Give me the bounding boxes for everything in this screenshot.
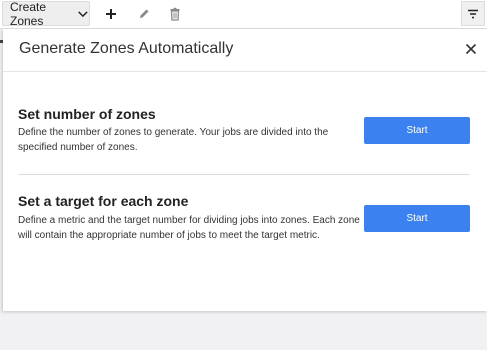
divider — [18, 174, 470, 175]
add-icon[interactable] — [103, 6, 119, 22]
option-target-per-zone-description: Define a metric and the target number fo… — [18, 215, 360, 241]
delete-icon[interactable] — [167, 6, 183, 22]
option-number-of-zones-description: Define the number of zones to generate. … — [18, 127, 329, 153]
dialog-title: Generate Zones Automatically — [19, 40, 234, 57]
dialog-header: Generate Zones Automatically — [3, 29, 487, 72]
start-number-of-zones-button[interactable]: Start — [364, 117, 470, 144]
close-icon[interactable] — [463, 41, 479, 57]
edit-icon[interactable] — [136, 6, 152, 22]
option-number-of-zones-title: Set number of zones — [18, 106, 156, 122]
option-target-per-zone-title: Set a target for each zone — [18, 193, 189, 209]
filter-button[interactable] — [461, 1, 485, 26]
create-zones-dropdown[interactable]: Create Zones — [2, 0, 90, 28]
chevron-down-icon — [78, 10, 88, 17]
start-target-per-zone-button[interactable]: Start — [364, 205, 470, 232]
filter-icon — [468, 9, 478, 18]
create-zones-label: Create Zones — [10, 0, 47, 28]
toolbar: Create Zones — [0, 0, 487, 29]
generate-zones-dialog: Generate Zones Automatically Set number … — [3, 29, 487, 311]
